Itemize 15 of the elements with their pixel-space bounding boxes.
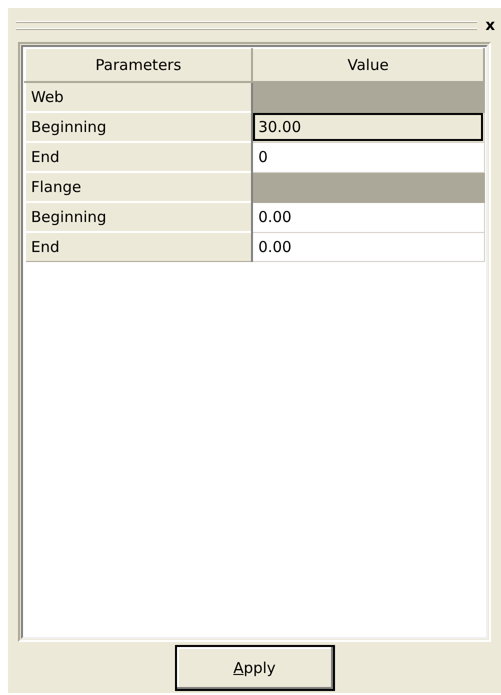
parameter-label: End bbox=[25, 232, 252, 262]
value-cell[interactable]: 0 bbox=[252, 142, 484, 172]
apply-button[interactable]: Apply bbox=[174, 644, 334, 690]
value-cell[interactable]: 30.00 bbox=[252, 112, 484, 142]
group-label: Flange bbox=[25, 172, 252, 202]
column-header[interactable]: Parameters bbox=[25, 48, 252, 82]
group-label: Web bbox=[25, 82, 252, 112]
close-button[interactable]: x bbox=[483, 16, 497, 34]
parameter-label: Beginning bbox=[25, 202, 252, 232]
column-header[interactable]: Value bbox=[252, 48, 484, 82]
grip-bar[interactable] bbox=[16, 21, 478, 29]
parameter-label: Beginning bbox=[25, 112, 252, 142]
parameter-label: End bbox=[25, 142, 252, 172]
value-cell[interactable]: 0.00 bbox=[252, 202, 484, 232]
value-cell[interactable]: 0.00 bbox=[252, 232, 484, 262]
